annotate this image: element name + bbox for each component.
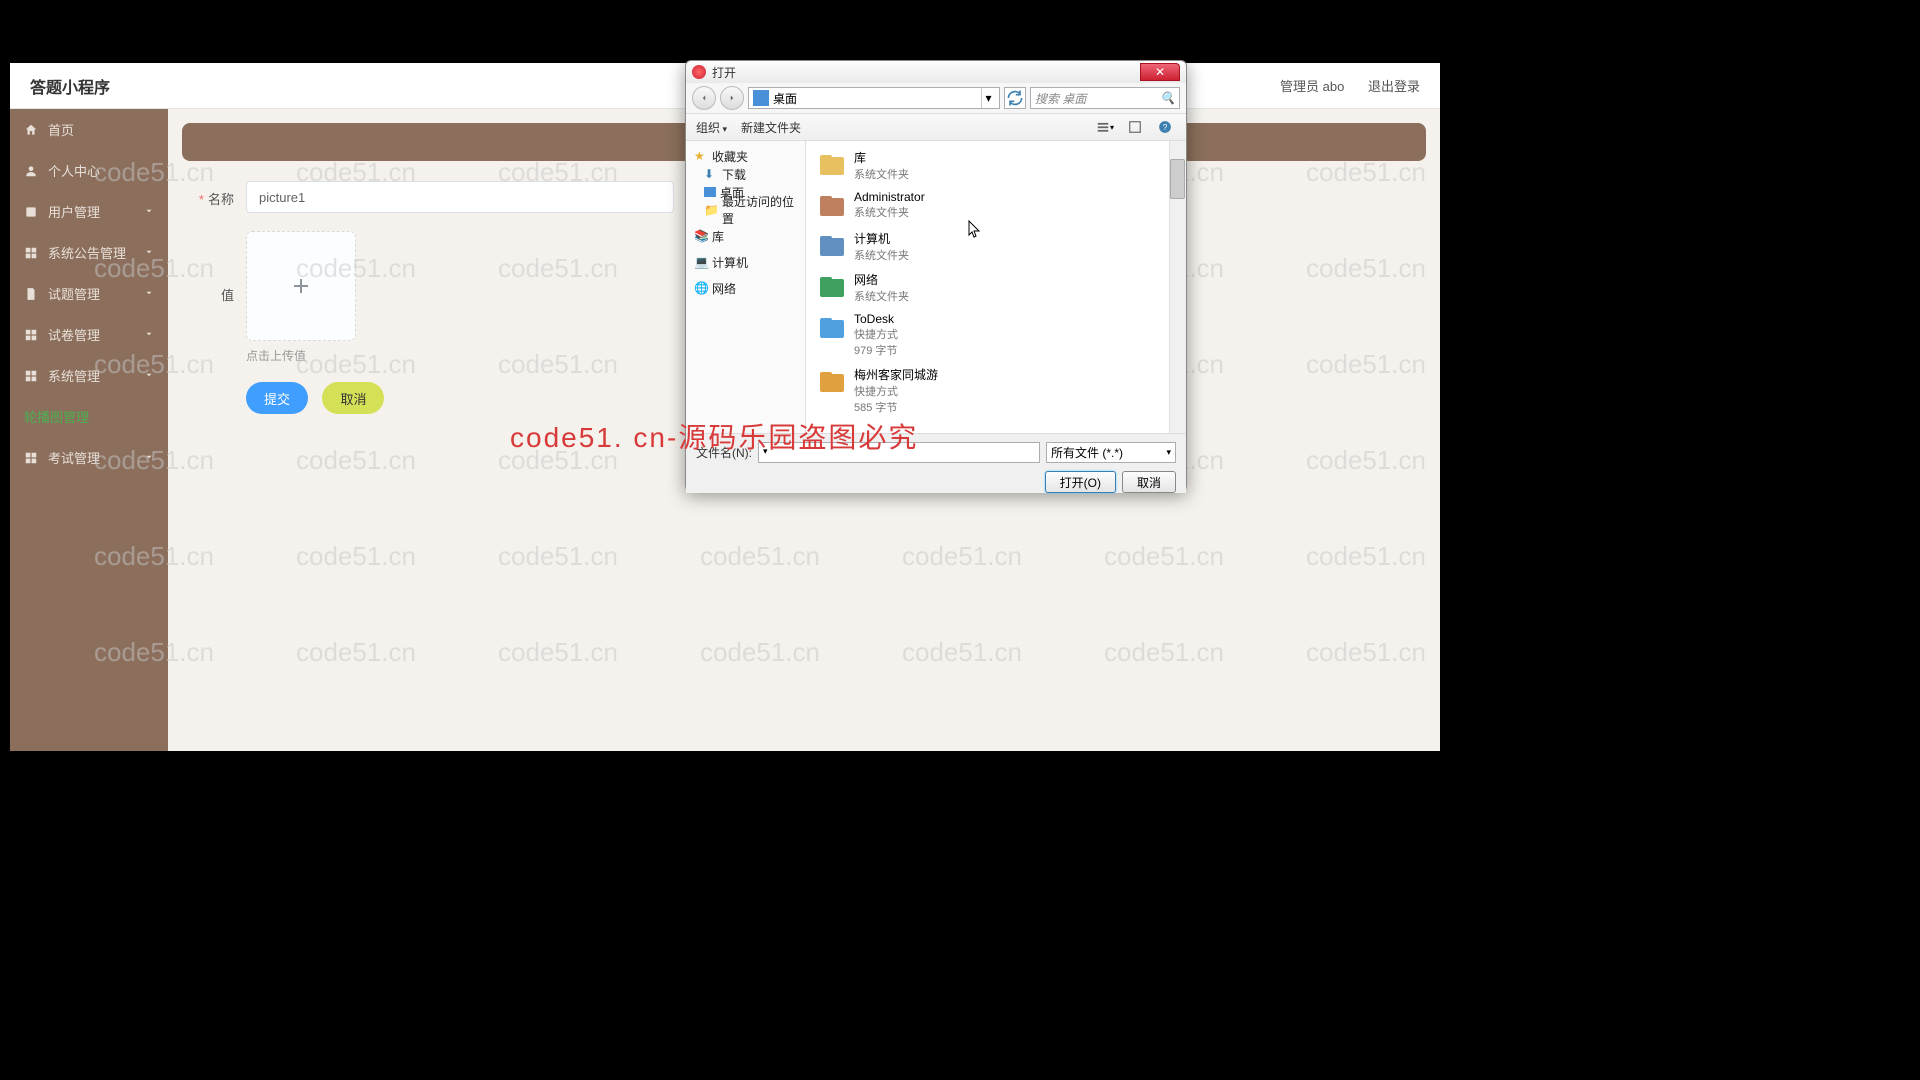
path-field[interactable]: 桌面 ▾ [748, 87, 1000, 109]
sidebar-item-label: 首页 [48, 120, 74, 139]
users-icon [24, 205, 38, 219]
sidebar-item-system[interactable]: 系统管理 [10, 355, 168, 396]
file-name: 库 [854, 149, 909, 166]
grid-icon [24, 369, 38, 383]
chevron-down-icon [144, 368, 154, 383]
tree-network[interactable]: 🌐网络 [690, 279, 801, 297]
sidebar-item-questions[interactable]: 试题管理 [10, 273, 168, 314]
file-name: ToDesk [854, 312, 898, 326]
sidebar-item-label: 考试管理 [48, 448, 100, 467]
tree-downloads[interactable]: ⬇下载 [690, 165, 801, 183]
plus-icon [289, 274, 313, 298]
sidebar-item-label: 试卷管理 [48, 325, 100, 344]
sidebar-item-announce[interactable]: 系统公告管理 [10, 232, 168, 273]
file-list[interactable]: 库系统文件夹Administrator系统文件夹计算机系统文件夹网络系统文件夹T… [806, 141, 1186, 433]
doc-icon [24, 287, 38, 301]
user-icon [24, 164, 38, 178]
tree-libraries[interactable]: 📚库 [690, 227, 801, 245]
chevron-down-icon[interactable]: ▾ [981, 88, 995, 108]
search-icon: 🔍 [1160, 91, 1175, 105]
search-input[interactable]: 搜索 桌面 🔍 [1030, 87, 1180, 109]
folder-tree: ★收藏夹 ⬇下载 桌面 📁最近访问的位置 📚库 💻计算机 🌐网络 [686, 141, 806, 433]
file-icon [816, 366, 848, 398]
file-item[interactable]: Administrator系统文件夹 [810, 186, 1182, 226]
admin-label[interactable]: 管理员 abo [1280, 79, 1344, 94]
name-field[interactable] [246, 181, 674, 213]
sidebar: 首页 个人中心 用户管理 系统公告管理 试题管理 试卷管理 系统管理 [10, 109, 168, 751]
name-label: *名称 [182, 181, 246, 208]
file-name: 梅州客家同城游 [854, 366, 938, 383]
sidebar-item-label: 个人中心 [48, 161, 100, 180]
watermark-overlay: code51. cn-源码乐园盗图必究 [510, 416, 918, 456]
scrollbar[interactable] [1169, 141, 1186, 433]
file-item[interactable]: 计算机系统文件夹 [810, 226, 1182, 267]
chevron-down-icon [144, 450, 154, 465]
file-icon [816, 149, 848, 181]
file-sub: 系统文件夹 [854, 247, 909, 263]
dialog-title: 打开 [712, 64, 736, 81]
tree-favorites[interactable]: ★收藏夹 [690, 147, 801, 165]
home-icon [24, 123, 38, 137]
svg-text:?: ? [1163, 123, 1168, 132]
file-item[interactable]: 梅州客家同城游快捷方式585 字节 [810, 362, 1182, 419]
file-icon [816, 230, 848, 262]
sidebar-item-label: 用户管理 [48, 202, 100, 221]
grid-icon [24, 328, 38, 342]
file-sub: 系统文件夹 [854, 288, 909, 304]
refresh-button[interactable] [1004, 87, 1026, 109]
file-name: 计算机 [854, 230, 909, 247]
sidebar-item-papers[interactable]: 试卷管理 [10, 314, 168, 355]
file-sub: 快捷方式 [854, 383, 938, 399]
newfolder-button[interactable]: 新建文件夹 [741, 119, 801, 136]
chevron-down-icon [144, 204, 154, 219]
sidebar-item-profile[interactable]: 个人中心 [10, 150, 168, 191]
chevron-down-icon [144, 286, 154, 301]
file-name: Administrator [854, 190, 925, 204]
file-icon [816, 190, 848, 222]
nav-forward-button[interactable] [720, 86, 744, 110]
desktop-icon [753, 90, 769, 106]
sidebar-item-carousel[interactable]: 轮播图管理 [10, 396, 168, 437]
chevron-down-icon [144, 245, 154, 260]
filetype-select[interactable]: 所有文件 (*.*)▾ [1046, 442, 1176, 463]
file-name: 网络 [854, 271, 909, 288]
open-button[interactable]: 打开(O) [1045, 471, 1116, 493]
tree-recent[interactable]: 📁最近访问的位置 [690, 201, 801, 219]
upload-hint: 点击上传值 [246, 347, 356, 364]
file-item[interactable]: 网络系统文件夹 [810, 267, 1182, 308]
value-label: 值 [182, 231, 246, 304]
grid-icon [24, 451, 38, 465]
sidebar-item-users[interactable]: 用户管理 [10, 191, 168, 232]
sidebar-item-label: 试题管理 [48, 284, 100, 303]
upload-box[interactable] [246, 231, 356, 341]
file-sub: 系统文件夹 [854, 204, 925, 220]
nav-back-button[interactable] [692, 86, 716, 110]
help-button[interactable]: ? [1154, 117, 1176, 137]
file-item[interactable]: 库系统文件夹 [810, 145, 1182, 186]
cursor-icon [968, 220, 982, 245]
sidebar-item-exam[interactable]: 考试管理 [10, 437, 168, 478]
organize-menu[interactable]: 组织 [696, 119, 727, 136]
file-sub: 快捷方式 [854, 326, 898, 342]
close-button[interactable]: ✕ [1140, 63, 1180, 81]
file-icon [816, 271, 848, 303]
tree-computer[interactable]: 💻计算机 [690, 253, 801, 271]
scrollbar-thumb[interactable] [1170, 159, 1185, 199]
logout-link[interactable]: 退出登录 [1368, 79, 1420, 94]
chevron-down-icon [144, 327, 154, 342]
file-sub: 系统文件夹 [854, 166, 909, 182]
cancel-button[interactable]: 取消 [322, 382, 384, 414]
file-icon [816, 312, 848, 344]
sidebar-item-home[interactable]: 首页 [10, 109, 168, 150]
file-item[interactable]: ToDesk快捷方式979 字节 [810, 308, 1182, 362]
view-options-button[interactable]: ▾ [1094, 117, 1116, 137]
cancel-dialog-button[interactable]: 取消 [1122, 471, 1176, 493]
chrome-icon [692, 65, 706, 79]
preview-pane-button[interactable] [1124, 117, 1146, 137]
sidebar-item-label: 系统公告管理 [48, 243, 126, 262]
submit-button[interactable]: 提交 [246, 382, 308, 414]
grid-icon [24, 246, 38, 260]
sidebar-item-label: 轮播图管理 [24, 407, 89, 426]
sidebar-item-label: 系统管理 [48, 366, 100, 385]
